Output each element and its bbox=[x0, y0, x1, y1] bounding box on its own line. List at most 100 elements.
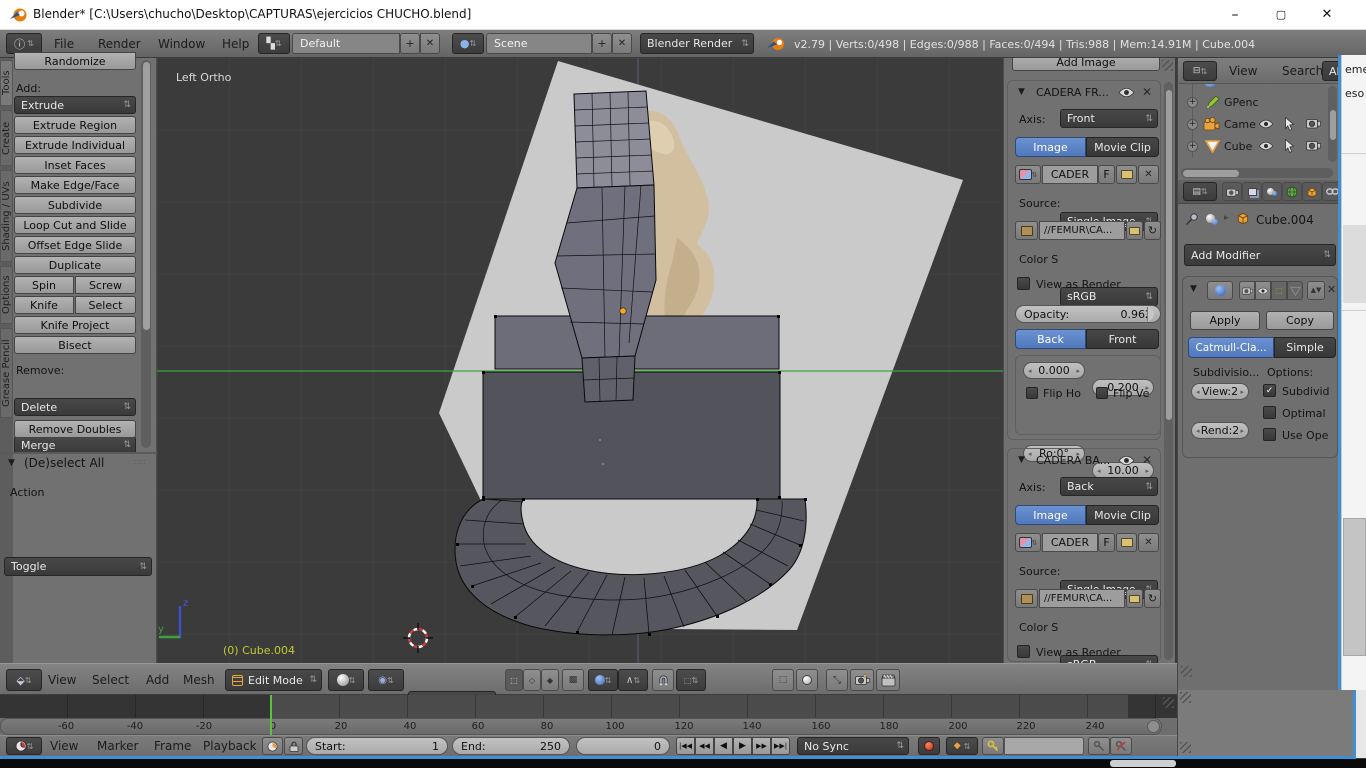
scene-browse-icon[interactable]: ●⇅ bbox=[452, 33, 484, 54]
knife-button[interactable]: Knife bbox=[14, 296, 74, 314]
scene-delete-button[interactable]: ✕ bbox=[612, 33, 632, 54]
tab-grease-pencil[interactable]: Grease Pencil bbox=[0, 328, 13, 418]
fake-user-button[interactable]: F bbox=[1098, 165, 1115, 184]
selectability-cursor-icon[interactable] bbox=[1284, 117, 1295, 131]
view-as-render-checkbox[interactable] bbox=[1017, 645, 1030, 658]
view-subdivisions-field[interactable]: View:2 bbox=[1191, 383, 1249, 400]
active-keying-set-icon[interactable] bbox=[982, 737, 1004, 755]
mode-select[interactable]: Edit Mode bbox=[225, 669, 322, 691]
menu-file[interactable]: File bbox=[54, 37, 74, 51]
close-button[interactable]: ✕ bbox=[1304, 0, 1350, 29]
extrude-dropdown[interactable]: Extrude bbox=[14, 96, 136, 114]
outliner-row-camera[interactable]: + Came bbox=[1178, 114, 1342, 135]
play-reverse-button[interactable]: ◀ bbox=[714, 737, 733, 755]
minimize-button[interactable]: – bbox=[1212, 0, 1258, 29]
vertex-select-mode-button[interactable]: ⬚ bbox=[505, 669, 523, 691]
modifier-viewport-toggle-icon[interactable] bbox=[1255, 281, 1271, 300]
scene-name-field[interactable]: Scene bbox=[486, 33, 592, 54]
limit-to-visible-button[interactable]: ▩ bbox=[562, 669, 584, 691]
panel-grip-icon[interactable]: ∷∷ bbox=[134, 458, 146, 467]
render-engine-select[interactable]: Blender Render bbox=[640, 33, 754, 54]
side-back-button[interactable]: Back bbox=[1015, 329, 1086, 349]
tab-image[interactable]: Image bbox=[1015, 505, 1086, 525]
use-opensubdiv-checkbox[interactable] bbox=[1263, 428, 1276, 441]
menu-view[interactable]: View bbox=[48, 673, 76, 687]
tab-options[interactable]: Options bbox=[0, 266, 13, 324]
renderability-camera-icon[interactable] bbox=[1306, 117, 1321, 129]
falloff-curve-select[interactable]: ∧⇅ bbox=[618, 669, 648, 691]
delete-modifier-icon[interactable]: ✕ bbox=[1327, 283, 1336, 296]
tab-movie-clip[interactable]: Movie Clip bbox=[1086, 505, 1159, 525]
menu-tl-marker[interactable]: Marker bbox=[97, 739, 138, 753]
screw-button[interactable]: Screw bbox=[75, 276, 136, 294]
collapse-icon[interactable]: ▼ bbox=[1018, 455, 1025, 465]
flip-vertical-checkbox[interactable] bbox=[1096, 387, 1108, 399]
expand-icon[interactable]: + bbox=[1187, 141, 1198, 152]
timeline-hscroll-thumb[interactable] bbox=[1110, 760, 1176, 767]
menu-window[interactable]: Window bbox=[158, 37, 205, 51]
simple-button[interactable]: Simple bbox=[1274, 337, 1336, 358]
visibility-eye-icon[interactable] bbox=[1258, 119, 1274, 129]
menu-render[interactable]: Render bbox=[98, 37, 141, 51]
sync-mode-select[interactable]: No Sync bbox=[797, 737, 909, 755]
viewport-3d[interactable]: Left Ortho (0) Cube.004 z y bbox=[157, 58, 1003, 663]
fake-user-button[interactable]: F bbox=[1098, 533, 1115, 552]
catmull-clark-button[interactable]: Catmull-Cla... bbox=[1188, 337, 1274, 358]
layout-delete-button[interactable]: ✕ bbox=[420, 33, 440, 54]
selectability-cursor-icon[interactable] bbox=[1284, 139, 1295, 153]
modifier-editmode-toggle-icon[interactable]: ⬚ bbox=[1271, 281, 1287, 300]
editor-type-3dview-icon[interactable]: ⬙⇅ bbox=[6, 669, 42, 691]
close-panel-icon[interactable]: ✕ bbox=[1142, 453, 1152, 467]
tab-object-icon[interactable] bbox=[1302, 182, 1322, 201]
timeline-ruler[interactable]: -60 -40 -20 0 20 40 60 80 100 120 140 16… bbox=[0, 718, 1162, 735]
editor-type-timeline-icon[interactable]: ⇅ bbox=[6, 737, 42, 755]
tab-movie-clip[interactable]: Movie Clip bbox=[1086, 137, 1159, 157]
prev-keyframe-button[interactable]: ◀◀ bbox=[695, 737, 714, 755]
snap-toggle-magnet-icon[interactable] bbox=[652, 669, 674, 691]
offset-edge-slide-button[interactable]: Offset Edge Slide bbox=[14, 236, 136, 254]
unlink-image-icon[interactable]: ✕ bbox=[1138, 533, 1159, 552]
image-datablock-icon[interactable]: ⇅ bbox=[1015, 165, 1041, 184]
axis-select[interactable]: Front bbox=[1060, 109, 1158, 128]
action-toggle-dropdown[interactable]: Toggle bbox=[4, 557, 152, 576]
start-frame-field[interactable]: Start:1 bbox=[306, 737, 448, 755]
modifier-oncage-toggle-icon[interactable] bbox=[1287, 281, 1303, 300]
tab-render-layers-icon[interactable] bbox=[1242, 182, 1262, 201]
next-keyframe-button[interactable]: ▶▶ bbox=[752, 737, 771, 755]
timeline-corner-grip[interactable] bbox=[1163, 697, 1174, 708]
current-frame-field[interactable]: 0 bbox=[576, 737, 670, 755]
panel-collapse-icon[interactable]: ▼ bbox=[8, 458, 15, 468]
tool-shelf-scrollbar[interactable] bbox=[141, 60, 151, 448]
knife-project-button[interactable]: Knife Project bbox=[14, 316, 136, 334]
subdivide-button[interactable]: Subdivide bbox=[14, 196, 136, 214]
add-modifier-dropdown[interactable]: Add Modifier bbox=[1184, 244, 1336, 266]
editor-type-info-icon[interactable]: ⓘ⇅ bbox=[6, 33, 42, 54]
keying-set-field[interactable] bbox=[1004, 737, 1084, 755]
filepath-field[interactable]: //FEMUR\CA... bbox=[1039, 589, 1125, 608]
insert-keyframe-icon[interactable] bbox=[1088, 737, 1110, 755]
expand-icon[interactable]: + bbox=[1187, 119, 1198, 130]
image-datablock-icon[interactable]: ⇅ bbox=[1015, 533, 1041, 552]
side-front-button[interactable]: Front bbox=[1086, 329, 1159, 349]
bg-panel-title[interactable]: CADERA BA... bbox=[1036, 454, 1110, 467]
tab-scene-icon[interactable] bbox=[1262, 182, 1282, 201]
browse-file-icon[interactable] bbox=[1126, 221, 1143, 240]
opengl-render-image-icon[interactable] bbox=[850, 669, 874, 691]
playhead[interactable] bbox=[270, 695, 272, 735]
spin-button[interactable]: Spin bbox=[14, 276, 74, 294]
region-corner-grip[interactable] bbox=[1162, 60, 1173, 71]
outliner-hscrollbar[interactable] bbox=[1181, 168, 1333, 178]
tab-create[interactable]: Create bbox=[0, 110, 13, 166]
layout-browse-icon[interactable]: ▚⇅ bbox=[258, 33, 290, 54]
collapse-icon[interactable]: ▼ bbox=[1190, 284, 1197, 294]
snap-peel-button[interactable] bbox=[796, 669, 818, 691]
unlink-image-icon[interactable]: ✕ bbox=[1138, 165, 1159, 184]
add-image-button[interactable]: Add Image bbox=[1012, 58, 1160, 71]
bg-panel-title[interactable]: CADERA FR... bbox=[1036, 86, 1109, 99]
outliner-item-label[interactable]: Cube bbox=[1224, 140, 1252, 153]
menu-help[interactable]: Help bbox=[222, 37, 249, 51]
lock-frame-range-icon[interactable] bbox=[284, 737, 303, 755]
timeline-canvas[interactable] bbox=[0, 695, 1177, 718]
end-frame-field[interactable]: End:250 bbox=[452, 737, 570, 755]
pin-icon[interactable] bbox=[1185, 212, 1199, 226]
